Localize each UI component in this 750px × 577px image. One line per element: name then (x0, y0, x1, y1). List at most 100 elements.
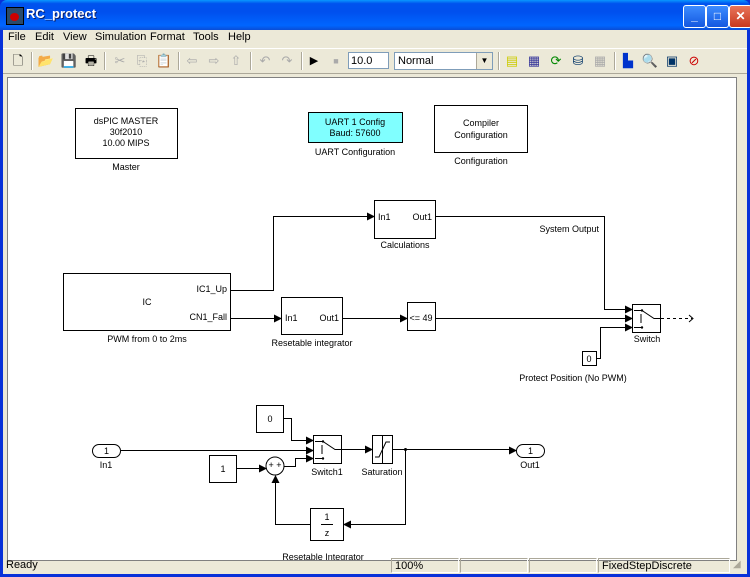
signal-const0-to-switch1[interactable] (284, 418, 314, 445)
print-icon[interactable]: 🖶 (82, 52, 100, 70)
save-icon[interactable]: 💾 (60, 52, 78, 70)
build-icon[interactable]: ▦ (525, 52, 543, 70)
reset-in-port: In1 (285, 313, 298, 323)
toolbar: 🗋 📂 💾 🖶 ✂ ⎘ 📋 ⇦ ⇨ ⇧ ↶ ↷ ▶ ■ 10.0 Normal … (3, 48, 747, 74)
ic-port-ic1up: IC1_Up (196, 284, 227, 294)
status-solver: FixedStepDiscrete (598, 558, 730, 573)
run-icon[interactable]: ▶ (305, 52, 323, 70)
open-icon[interactable]: 📂 (37, 52, 55, 70)
menu-edit[interactable]: Edit (35, 31, 54, 43)
paste-icon[interactable]: 📋 (155, 52, 173, 70)
delay-numerator: 1 (324, 512, 329, 522)
switch1-label: Switch1 (311, 467, 343, 477)
master-line-3: 10.00 MIPS (102, 138, 149, 148)
status-zoom: 100% (391, 558, 459, 573)
menu-tools[interactable]: Tools (193, 31, 219, 43)
in1-label: In1 (100, 460, 113, 470)
signal-sum-to-switch1[interactable] (284, 454, 314, 467)
calc-out-port: Out1 (412, 212, 432, 222)
master-line-1: dsPIC MASTER (94, 116, 159, 126)
signal-protect-to-switch[interactable] (597, 323, 633, 359)
calc-in-port: In1 (378, 212, 391, 222)
forward-icon[interactable]: ⇨ (205, 52, 223, 70)
redo-icon[interactable]: ↷ (278, 52, 296, 70)
stop-icon[interactable]: ■ (327, 52, 345, 70)
master-label: Master (112, 162, 140, 172)
copy-icon[interactable]: ⎘ (133, 52, 151, 70)
block-diagram: dsPIC MASTER 30f2010 10.00 MIPS Master U… (63, 105, 694, 560)
close-button[interactable]: ✕ (729, 5, 750, 28)
signal-sat-to-out1[interactable] (393, 446, 517, 455)
profile-icon[interactable]: ▦ (591, 52, 609, 70)
toolbar-separator (498, 52, 500, 70)
status-cell-4 (529, 558, 597, 573)
up-icon[interactable]: ⇧ (227, 52, 245, 70)
compiler-config-block[interactable] (434, 105, 528, 153)
ic-center-text: IC (143, 297, 153, 307)
compiler-line-2: Configuration (454, 130, 508, 140)
simulation-mode-select[interactable]: Normal ▼ (394, 52, 493, 70)
stop-time-input[interactable]: 10.0 (348, 52, 389, 69)
refresh-icon[interactable]: ⟳ (547, 52, 565, 70)
new-icon[interactable]: 🗋 (9, 52, 27, 70)
signal-ic1up-to-calc[interactable] (230, 212, 375, 291)
reset-out-port: Out1 (319, 313, 339, 323)
protect-label: Protect Position (No PWM) (519, 373, 627, 383)
library-browser-icon[interactable]: ▤ (503, 52, 521, 70)
saturation-label: Saturation (361, 467, 402, 477)
ic-port-cn1fall: CN1_Fall (189, 312, 227, 322)
model-advisor-icon[interactable]: 🔍 (641, 52, 659, 70)
status-cell-3 (460, 558, 528, 573)
menu-simulation[interactable]: Simulation (95, 31, 146, 43)
model-explorer-icon[interactable]: ▙ (619, 52, 637, 70)
status-text: Ready (6, 559, 38, 571)
sum-signs: + + (268, 460, 281, 470)
cut-icon[interactable]: ✂ (111, 52, 129, 70)
menu-format[interactable]: Format (150, 31, 185, 43)
debug-icon[interactable]: ⛁ (569, 52, 587, 70)
protect-value: 0 (586, 354, 591, 364)
uart-label: UART Configuration (315, 147, 395, 157)
out1-number: 1 (528, 446, 533, 456)
compiler-line-1: Compiler (463, 118, 499, 128)
toolbar-separator (614, 52, 616, 70)
reset-label: Resetable integrator (271, 338, 352, 348)
signal-calc-to-switch[interactable] (436, 216, 633, 314)
simulation-mode-value: Normal (398, 55, 434, 67)
compiler-label: Configuration (454, 156, 508, 166)
toolbar-separator (31, 52, 33, 70)
maximize-button[interactable]: □ (706, 5, 729, 28)
debugger-icon[interactable]: ⊘ (685, 52, 703, 70)
uart-line-1: UART 1 Config (325, 117, 385, 127)
menu-view[interactable]: View (63, 31, 87, 43)
delay-denominator: z (325, 528, 330, 538)
app-window: RC_protect _ □ ✕ File Edit View Simulati… (0, 0, 750, 577)
minimize-button[interactable]: _ (683, 5, 706, 28)
ic-label: PWM from 0 to 2ms (107, 334, 187, 344)
uart-line-2: Baud: 57600 (329, 128, 380, 138)
toolbar-separator (301, 52, 303, 70)
in1-number: 1 (104, 446, 109, 456)
menu-bar: File Edit View Simulation Format Tools H… (3, 30, 747, 47)
menu-file[interactable]: File (8, 31, 26, 43)
toolbar-separator (250, 52, 252, 70)
const1-value: 1 (220, 464, 225, 474)
simulink-app-icon (6, 7, 24, 25)
config-icon[interactable]: ▣ (663, 52, 681, 70)
dropdown-arrow-icon[interactable]: ▼ (476, 53, 492, 69)
toolbar-separator (104, 52, 106, 70)
const0-value: 0 (267, 414, 272, 424)
back-icon[interactable]: ⇦ (183, 52, 201, 70)
system-output-label: System Output (539, 224, 599, 234)
resize-grip-icon[interactable]: ◢ (733, 559, 745, 571)
signal-delay-to-sum[interactable] (271, 475, 311, 525)
menu-help[interactable]: Help (228, 31, 251, 43)
master-line-2: 30f2010 (110, 127, 143, 137)
undo-icon[interactable]: ↶ (256, 52, 274, 70)
status-bar: Ready 100% FixedStepDiscrete ◢ (3, 557, 747, 574)
toolbar-separator (178, 52, 180, 70)
out1-label: Out1 (520, 460, 540, 470)
model-canvas[interactable]: dsPIC MASTER 30f2010 10.00 MIPS Master U… (7, 77, 737, 561)
window-frame: File Edit View Simulation Format Tools H… (3, 30, 747, 574)
calc-label: Calculations (380, 240, 430, 250)
